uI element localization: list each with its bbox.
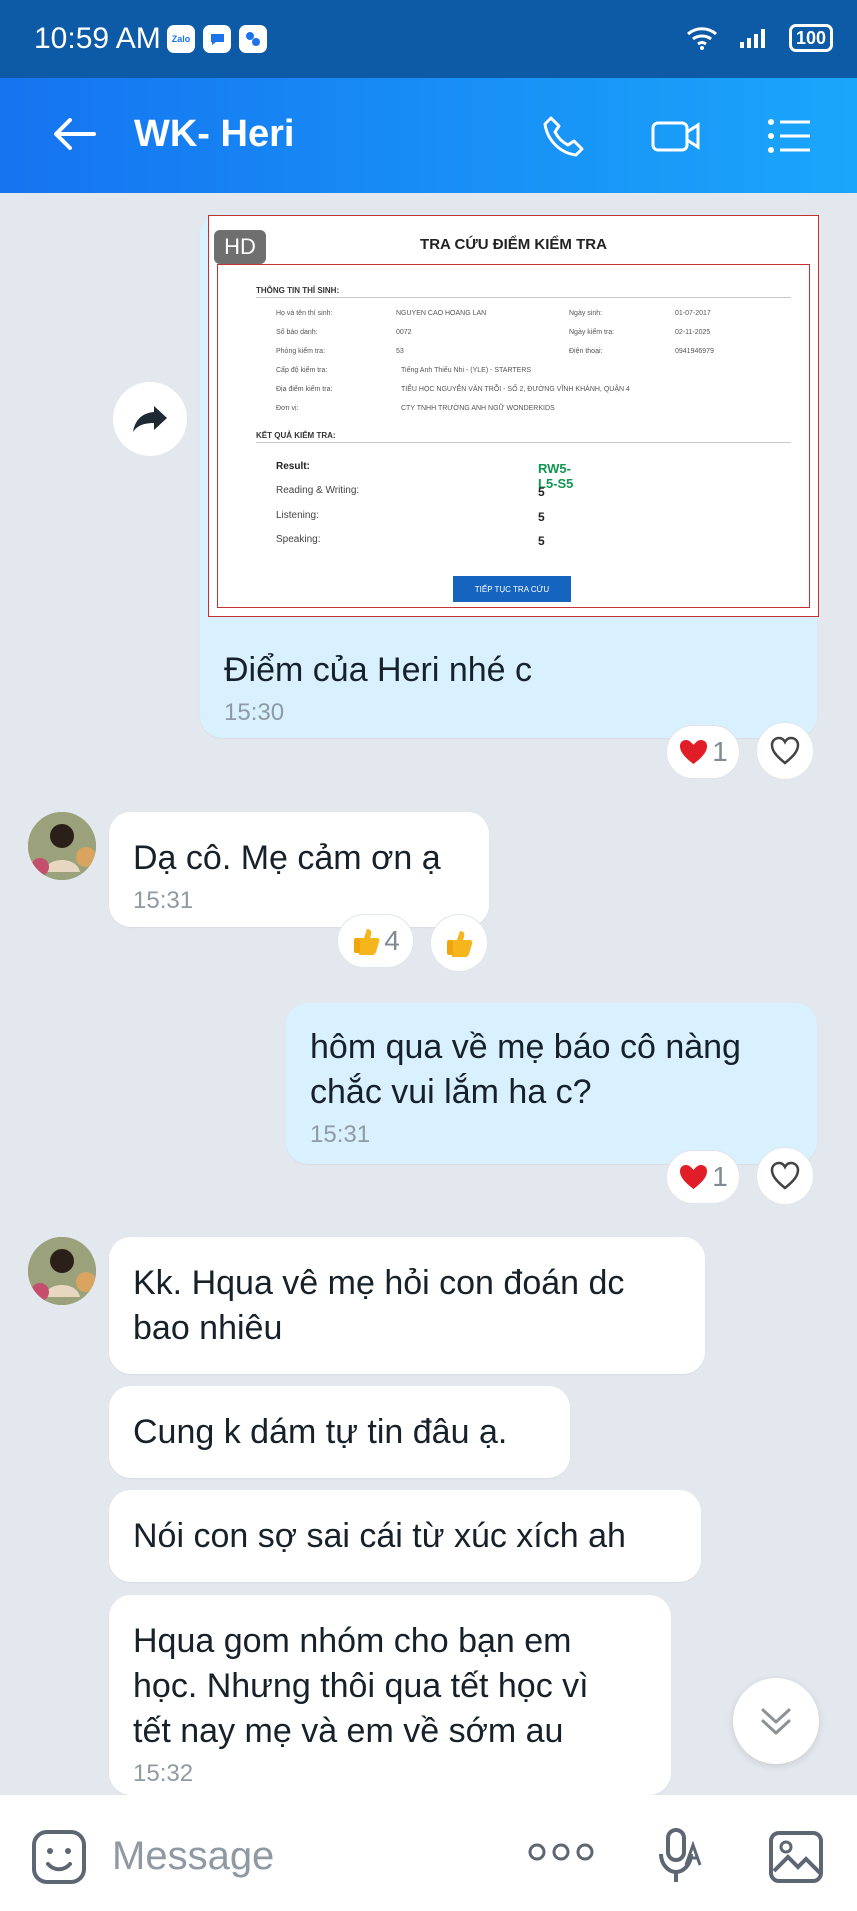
- status-bar: 10:59 AM Zalo 100: [0, 0, 857, 78]
- forward-share-button[interactable]: [113, 382, 187, 456]
- message-input[interactable]: [110, 1827, 494, 1885]
- react-heart-button[interactable]: [756, 1147, 814, 1205]
- candidate-info-heading: THÔNG TIN THÍ SINH:: [256, 286, 340, 295]
- incoming-message[interactable]: Cung k dám tự tin đâu ạ.: [109, 1386, 570, 1478]
- exam-result-card: THÔNG TIN THÍ SINH: Họ và tên thí sinh: N…: [217, 264, 810, 608]
- chat-status-icon: [203, 25, 231, 53]
- score-row: Result: RW5-L5-S5: [276, 461, 574, 491]
- react-heart-button[interactable]: [756, 722, 814, 780]
- share-arrow-icon: [133, 406, 167, 432]
- thumbs-up-icon: [447, 931, 473, 957]
- thumbs-up-icon: [354, 929, 380, 955]
- back-arrow-icon[interactable]: [50, 114, 98, 154]
- message-text: Cung k dám tự tin đâu ạ.: [133, 1413, 508, 1451]
- message-text: hôm qua về mẹ báo cô nàng chắc vui lắm h…: [310, 1028, 741, 1111]
- scroll-down-button[interactable]: [733, 1678, 819, 1764]
- heart-outline-icon: [770, 736, 800, 765]
- exam-result-heading: KẾT QUẢ KIỂM TRA:: [256, 431, 336, 440]
- bubble-status-icon: [239, 25, 267, 53]
- image-icon[interactable]: [766, 1828, 826, 1886]
- status-system-icons: 100: [685, 24, 833, 52]
- avatar[interactable]: [28, 812, 96, 880]
- heart-outline-icon: [770, 1161, 800, 1190]
- message-text: Dạ cô. Mẹ cảm ơn ạ: [133, 839, 441, 877]
- more-icon[interactable]: [527, 1840, 595, 1864]
- heart-icon: [680, 1165, 708, 1189]
- continue-lookup-button[interactable]: TIẾP TỤC TRA CỨU: [453, 576, 571, 602]
- double-chevron-down-icon: [761, 1708, 791, 1735]
- message-time: 15:30: [224, 699, 285, 726]
- outgoing-message[interactable]: hôm qua về mẹ báo cô nàng chắc vui lắm h…: [286, 1003, 817, 1164]
- message-time: 15:32: [133, 1760, 194, 1787]
- incoming-message[interactable]: Kk. Hqua vê mẹ hỏi con đoán dc bao nhiêu: [109, 1237, 705, 1374]
- heart-reaction-count[interactable]: 1: [666, 725, 740, 779]
- divider: [256, 297, 791, 298]
- battery-indicator: 100: [788, 24, 833, 52]
- signal-icon: [739, 28, 765, 48]
- avatar[interactable]: [28, 1237, 96, 1305]
- thumbs-up-reaction-count[interactable]: 4: [337, 914, 414, 968]
- score-row: Speaking: 5: [276, 534, 545, 548]
- message-text: Hqua gom nhóm cho bạn em học. Nhưng thôi…: [133, 1622, 589, 1750]
- exam-result-title: TRA CỨU ĐIỂM KIỂM TRA: [420, 236, 607, 253]
- react-thumbs-up-button[interactable]: [430, 914, 488, 972]
- status-time: 10:59 AM: [34, 22, 161, 55]
- hd-badge: HD: [214, 230, 266, 264]
- chat-header: WK- Heri: [0, 78, 857, 193]
- emoji-icon[interactable]: [30, 1828, 88, 1886]
- menu-icon[interactable]: [766, 114, 814, 158]
- video-call-icon[interactable]: [650, 114, 702, 158]
- message-text: Nói con sợ sai cái từ xúc xích ah: [133, 1517, 626, 1555]
- message-text: Điểm của Heri nhé c: [224, 651, 533, 689]
- score-row: Reading & Writing: 5: [276, 485, 545, 499]
- incoming-message[interactable]: Dạ cô. Mẹ cảm ơn ạ 15:31: [109, 812, 489, 927]
- divider: [256, 442, 791, 443]
- message-time: 15:31: [310, 1121, 371, 1148]
- voice-input-icon[interactable]: [656, 1826, 706, 1886]
- heart-reaction-count[interactable]: 1: [666, 1150, 740, 1204]
- message-text: Kk. Hqua vê mẹ hỏi con đoán dc bao nhiêu: [133, 1264, 625, 1347]
- wifi-icon: [686, 26, 717, 50]
- message-composer: [0, 1795, 857, 1911]
- incoming-message[interactable]: Nói con sợ sai cái từ xúc xích ah: [109, 1490, 701, 1582]
- zalo-status-icon: Zalo: [167, 25, 195, 53]
- score-row: Listening: 5: [276, 510, 545, 524]
- chat-title[interactable]: WK- Heri: [134, 113, 294, 156]
- incoming-message[interactable]: Hqua gom nhóm cho bạn em học. Nhưng thôi…: [109, 1595, 671, 1795]
- message-time: 15:31: [133, 887, 194, 914]
- status-app-icons: Zalo: [167, 25, 267, 53]
- phone-icon[interactable]: [540, 114, 584, 158]
- heart-icon: [680, 740, 708, 764]
- exam-result-image[interactable]: TRA CỨU ĐIỂM KIỂM TRA THÔNG TIN THÍ SINH…: [208, 215, 819, 617]
